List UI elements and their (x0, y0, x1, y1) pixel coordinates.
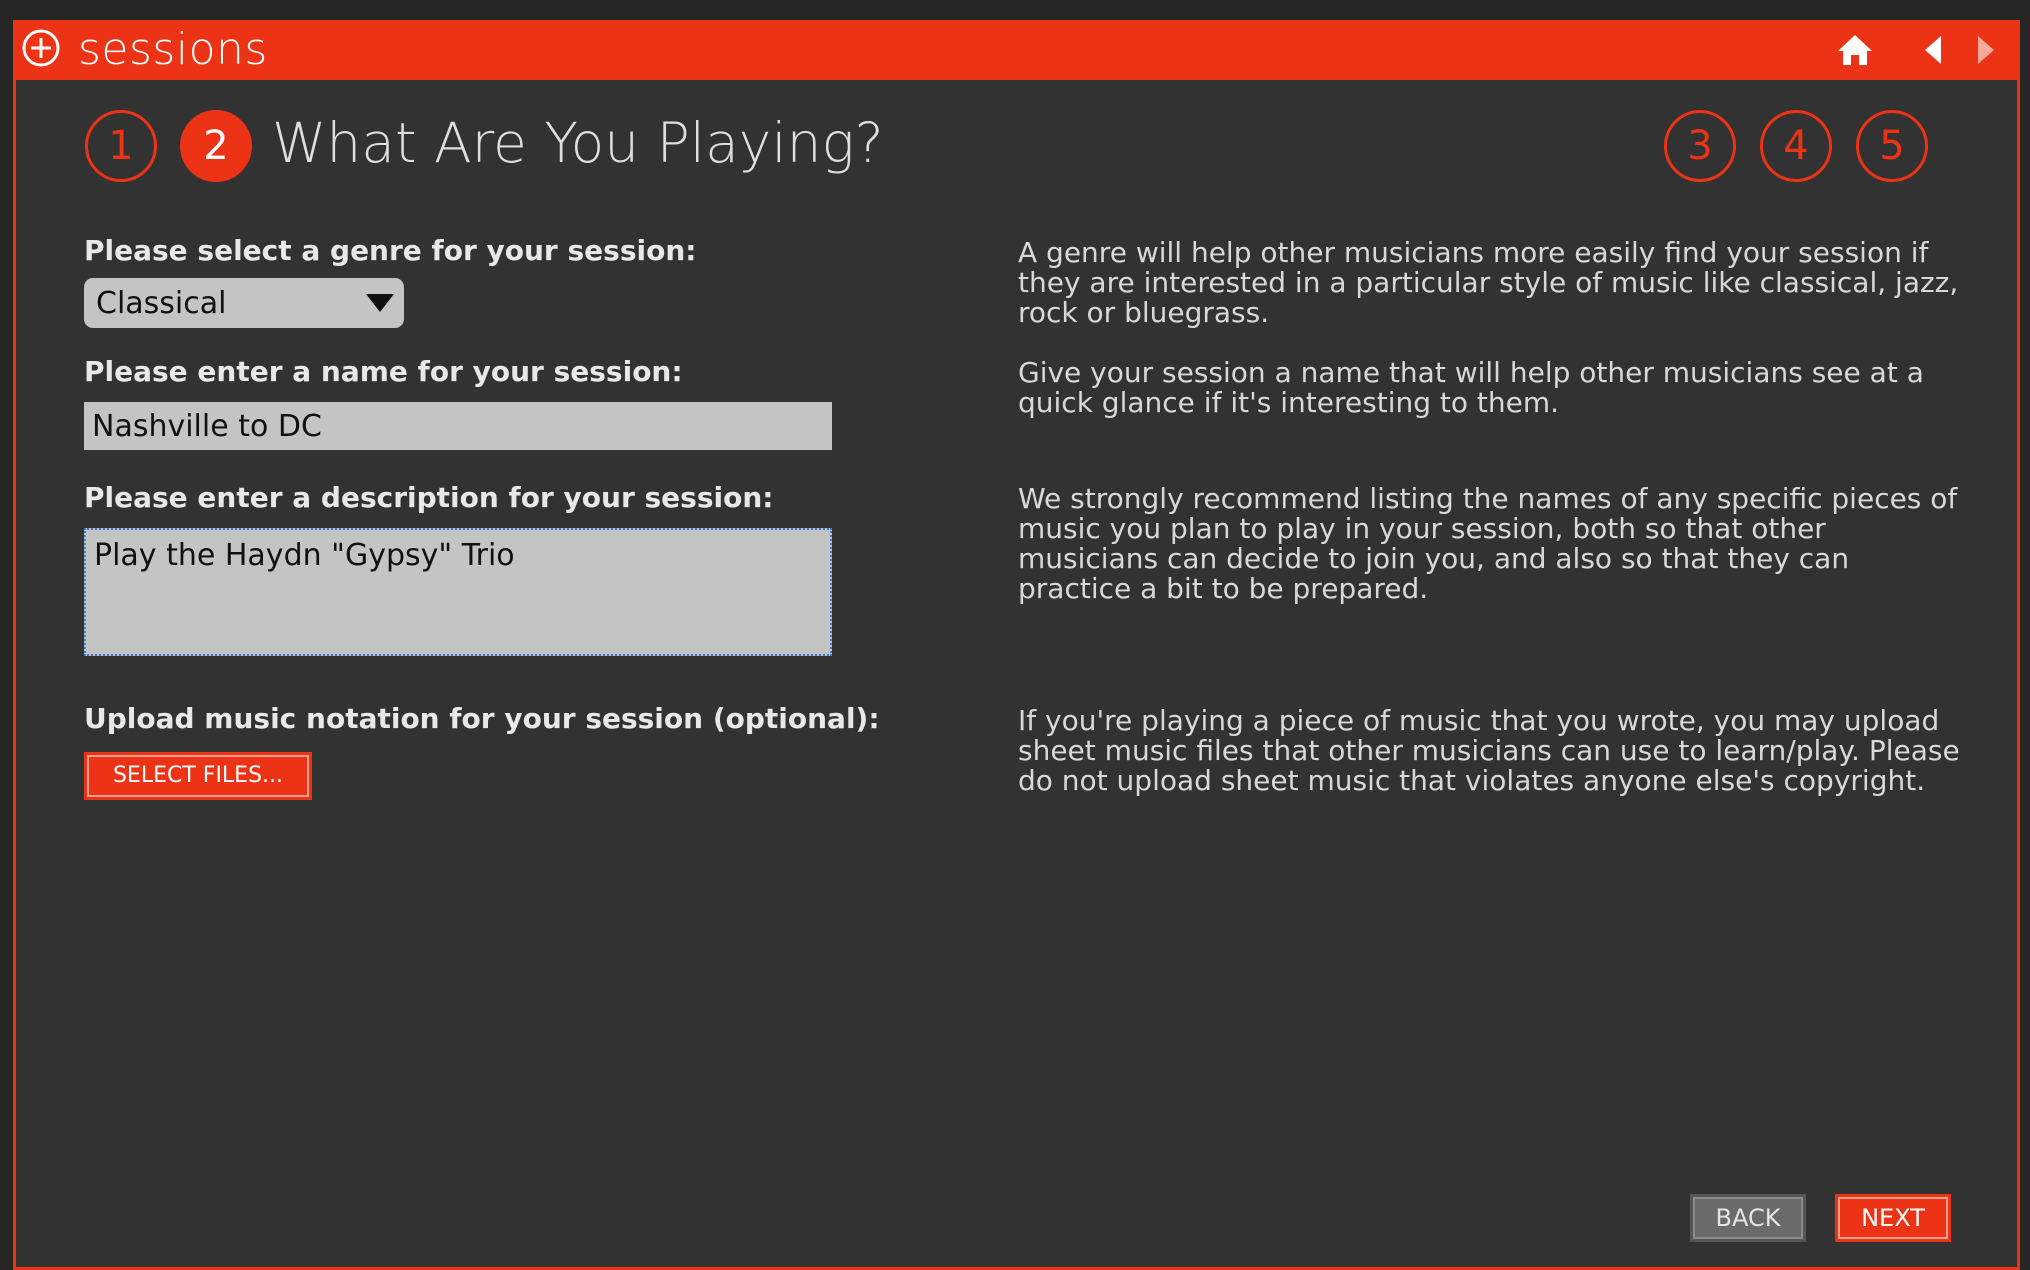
step-1[interactable]: 1 (85, 110, 157, 182)
app-title: sessions (78, 24, 268, 75)
step-4[interactable]: 4 (1760, 110, 1832, 182)
description-help: We strongly recommend listing the names … (1018, 482, 1958, 605)
name-label: Please enter a name for your session: (84, 355, 683, 388)
step-5[interactable]: 5 (1856, 110, 1928, 182)
description-label: Please enter a description for your sess… (84, 481, 774, 514)
page-title: What Are You Playing? (272, 111, 884, 175)
back-button[interactable]: BACK (1690, 1194, 1806, 1242)
genre-select[interactable]: Classical (84, 278, 404, 328)
name-help: Give your session a name that will help … (1018, 356, 1924, 419)
genre-select-value: Classical (96, 286, 227, 321)
genre-help: A genre will help other musicians more e… (1018, 236, 1959, 329)
add-circle-icon[interactable] (21, 28, 61, 68)
forward-arrow-icon[interactable] (1966, 30, 2006, 70)
next-button[interactable]: NEXT (1835, 1194, 1951, 1242)
upload-help: If you're playing a piece of music that … (1018, 704, 1960, 797)
upload-label: Upload music notation for your session (… (84, 702, 880, 735)
title-bar: sessions (13, 20, 2020, 80)
select-files-button[interactable]: SELECT FILES... (84, 752, 312, 800)
session-description-field[interactable]: Play the Haydn "Gypsy" Trio (84, 528, 832, 656)
session-name-input[interactable] (84, 402, 832, 450)
genre-label: Please select a genre for your session: (84, 234, 697, 267)
back-arrow-icon[interactable] (1913, 30, 1953, 70)
step-3[interactable]: 3 (1664, 110, 1736, 182)
step-2-active: 2 (180, 110, 252, 182)
chevron-down-icon (366, 294, 394, 312)
home-icon[interactable] (1835, 30, 1875, 70)
